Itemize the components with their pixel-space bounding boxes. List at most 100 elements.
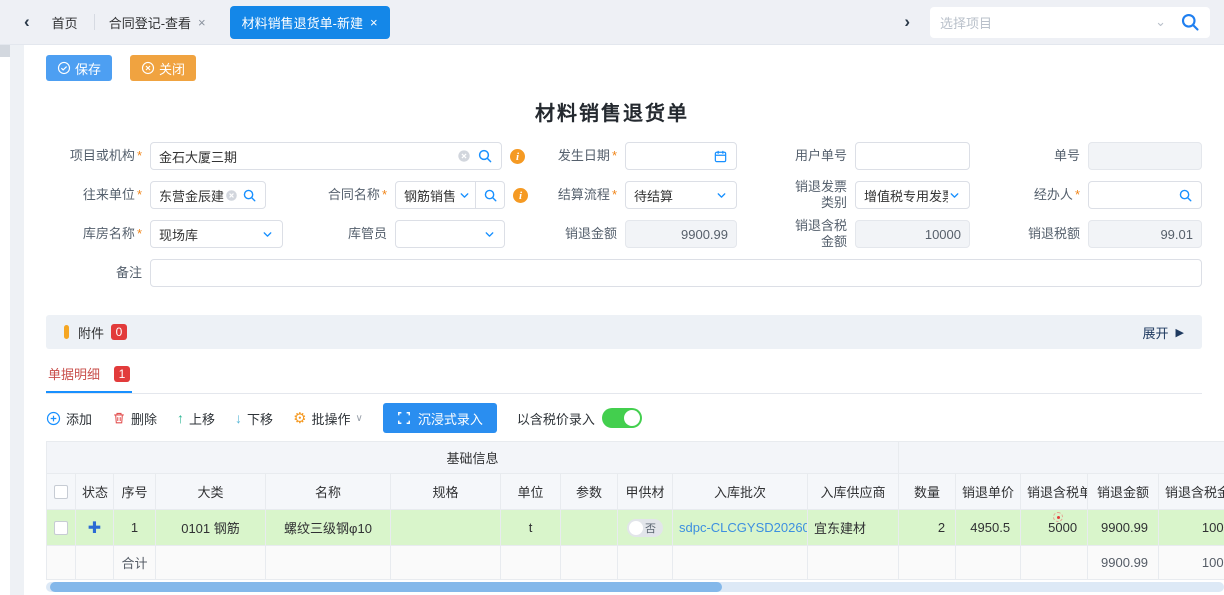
remark-label: 备注 <box>46 259 150 287</box>
clear-icon[interactable] <box>225 189 238 202</box>
search-icon[interactable] <box>1180 12 1200 32</box>
project-select[interactable]: 选择项目 ⌄ <box>930 7 1210 38</box>
tab-home[interactable]: 首页 <box>36 13 94 32</box>
left-scroll-strip[interactable] <box>10 45 24 595</box>
handler-field[interactable] <box>1088 181 1202 209</box>
user-no-label: 用户单号 <box>737 142 855 170</box>
calendar-icon[interactable] <box>713 149 728 164</box>
attachment-count-badge: 0 <box>111 324 127 340</box>
arrow-up-icon: ↑ <box>177 410 184 426</box>
horizontal-scrollbar[interactable] <box>46 582 1224 592</box>
page-title: 材料销售退货单 <box>0 97 1224 126</box>
col-price-tax: 销退含税单价 <box>1021 474 1088 510</box>
row-checkbox[interactable] <box>54 521 68 535</box>
cell-category[interactable]: 0101 钢筋 <box>156 510 266 546</box>
group-header-amounts <box>899 442 1224 474</box>
scrollbar-thumb[interactable] <box>50 582 722 592</box>
header-checkbox-cell <box>47 474 76 510</box>
col-owner-supplied: 甲供材 <box>618 474 673 510</box>
tax-entry-switch-group: 以含税价录入 <box>517 408 642 428</box>
total-amount: 9900.99 <box>1088 546 1159 580</box>
info-icon[interactable]: i <box>513 188 528 203</box>
expand-label: 展开 <box>1143 323 1169 342</box>
save-button[interactable]: 保存 <box>46 55 112 81</box>
amount-tax-label: 销退含税金额 <box>737 220 855 248</box>
cell-unit[interactable]: t <box>501 510 561 546</box>
tab-close-icon[interactable]: × <box>370 15 378 30</box>
col-status: 状态 <box>76 474 114 510</box>
date-field[interactable] <box>625 142 737 170</box>
cell-qty[interactable]: 2 <box>899 510 956 546</box>
warehouse-select[interactable]: 现场库 <box>150 220 283 248</box>
partner-field[interactable]: 东营金辰建 <box>150 181 266 209</box>
search-icon[interactable] <box>242 188 257 203</box>
invoice-type-select[interactable]: 增值税专用发票 <box>855 181 970 209</box>
chevron-down-icon[interactable] <box>261 228 274 241</box>
cell-seq: 1 <box>114 510 156 546</box>
cell-amount-tax[interactable]: 10000 <box>1159 510 1224 546</box>
remark-field[interactable] <box>150 259 1202 287</box>
user-no-field[interactable] <box>855 142 970 170</box>
tab-detail-lines[interactable]: 单据明细 1 <box>46 362 132 393</box>
cell-inbound-batch-link[interactable]: sdpc-CLCGYSD2026010 <box>673 510 808 546</box>
close-button-label: 关闭 <box>159 59 185 78</box>
keeper-select[interactable] <box>395 220 505 248</box>
col-inbound-batch: 入库批次 <box>673 474 808 510</box>
tabs-scroll-right-icon[interactable]: › <box>898 12 916 32</box>
chevron-down-icon[interactable] <box>483 228 496 241</box>
detail-tabs: 单据明细 1 <box>46 362 1202 394</box>
tax-value: 99.01 <box>1097 227 1193 242</box>
contract-field[interactable]: 钢筋销售 <box>395 181 505 209</box>
amount-value: 9900.99 <box>634 227 728 242</box>
add-row-label: 添加 <box>66 409 92 428</box>
amount-tax-value: 10000 <box>864 227 961 242</box>
tab-close-icon[interactable]: × <box>198 15 206 30</box>
cell-name[interactable]: 螺纹三级钢φ10 <box>266 510 391 546</box>
cell-spec[interactable] <box>391 510 501 546</box>
close-button[interactable]: 关闭 <box>130 55 196 81</box>
chevron-down-icon[interactable] <box>458 189 471 202</box>
search-icon[interactable] <box>1178 188 1193 203</box>
chevron-down-icon: ⌄ <box>1155 14 1166 30</box>
add-row-button[interactable]: 添加 <box>46 409 92 428</box>
select-all-checkbox[interactable] <box>54 485 68 499</box>
cell-supplier[interactable]: 宜东建材 <box>808 510 899 546</box>
amount-label: 销退金额 <box>505 220 625 248</box>
doc-no-field <box>1088 142 1202 170</box>
tab-material-return-new[interactable]: 材料销售退货单-新建 × <box>230 6 390 39</box>
move-up-button[interactable]: ↑ 上移 <box>177 409 215 428</box>
cell-amount[interactable]: 9900.99 <box>1088 510 1159 546</box>
search-icon[interactable] <box>477 148 493 164</box>
doc-no-label: 单号 <box>970 142 1088 170</box>
invoice-type-label: 销退发票类别 <box>737 181 855 209</box>
attachment-label: 附件 <box>78 323 104 342</box>
fullscreen-icon <box>397 411 411 425</box>
table-row: ✚ 1 0101 钢筋 螺纹三级钢φ10 t 否 sdpc-CLCGYSD202… <box>47 510 1224 546</box>
expand-button[interactable]: 展开 ▶ <box>1143 323 1184 342</box>
col-name: 名称 <box>266 474 391 510</box>
col-amount-tax: 销退含税金额 <box>1159 474 1224 510</box>
cell-price-tax[interactable]: 5000 <box>1021 510 1088 546</box>
move-down-button[interactable]: ↓ 下移 <box>235 409 273 428</box>
search-icon[interactable] <box>483 188 498 203</box>
immersive-entry-button[interactable]: 沉浸式录入 <box>383 403 497 433</box>
info-icon[interactable]: i <box>510 149 525 164</box>
header-form: 项目或机构 金石大厦三期 i 发生日期 用户单号 单号 往来单位 东营金辰建 <box>46 142 1202 287</box>
tax-field: 99.01 <box>1088 220 1202 248</box>
chevron-down-icon[interactable] <box>948 189 961 202</box>
project-field[interactable]: 金石大厦三期 <box>150 142 502 170</box>
batch-ops-menu[interactable]: ⚙ 批操作 ∨ <box>293 409 363 428</box>
tabs-scroll-left-icon[interactable]: ‹ <box>18 12 36 32</box>
delete-row-button[interactable]: 删除 <box>112 409 157 428</box>
col-param: 参数 <box>561 474 618 510</box>
owner-supplied-toggle[interactable]: 否 <box>627 519 663 537</box>
tax-entry-toggle[interactable] <box>602 408 642 428</box>
x-circle-icon <box>141 61 155 75</box>
settle-select[interactable]: 待结算 <box>625 181 737 209</box>
tab-contract-view[interactable]: 合同登记-查看 × <box>95 13 220 32</box>
cell-param[interactable] <box>561 510 618 546</box>
clear-icon[interactable] <box>457 149 471 163</box>
cell-price[interactable]: 4950.5 <box>956 510 1021 546</box>
chevron-down-icon[interactable] <box>715 189 728 202</box>
batch-ops-label: 批操作 <box>312 409 351 428</box>
